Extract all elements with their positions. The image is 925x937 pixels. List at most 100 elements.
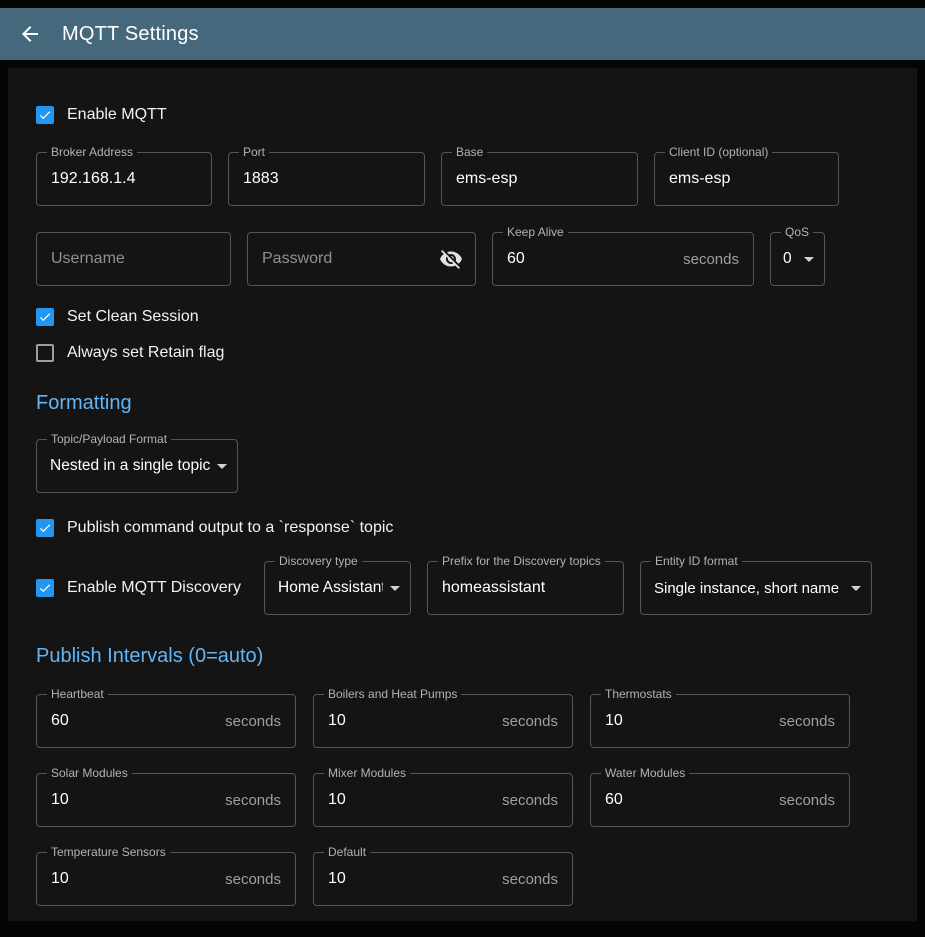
boilers-field: Boilers and Heat Pumps seconds bbox=[313, 694, 573, 748]
keep-alive-unit: seconds bbox=[683, 251, 753, 268]
retain-flag-label: Always set Retain flag bbox=[67, 344, 224, 362]
unit-label: seconds bbox=[225, 713, 295, 730]
unit-label: seconds bbox=[779, 713, 849, 730]
back-arrow-icon[interactable] bbox=[18, 22, 42, 46]
mixer-modules-label: Mixer Modules bbox=[324, 767, 410, 779]
water-modules-label: Water Modules bbox=[601, 767, 689, 779]
topic-format-value: Nested in a single topic bbox=[37, 457, 210, 475]
page-title: MQTT Settings bbox=[62, 23, 199, 46]
discovery-prefix-input[interactable] bbox=[428, 562, 623, 614]
qos-label: QoS bbox=[781, 226, 813, 238]
entity-id-format-label: Entity ID format bbox=[651, 555, 742, 567]
app-bar: MQTT Settings bbox=[0, 8, 925, 60]
formatting-heading: Formatting bbox=[36, 392, 889, 415]
checkbox-icon[interactable] bbox=[36, 344, 54, 362]
qos-select[interactable]: QoS 0 bbox=[770, 232, 825, 286]
clean-session-checkbox[interactable]: Set Clean Session bbox=[36, 308, 889, 326]
checkbox-icon[interactable] bbox=[36, 579, 54, 597]
enable-mqtt-checkbox[interactable]: Enable MQTT bbox=[36, 106, 889, 124]
unit-label: seconds bbox=[779, 792, 849, 809]
publish-intervals-grid: Heartbeat seconds Boilers and Heat Pumps… bbox=[36, 694, 889, 906]
client-id-field: Client ID (optional) bbox=[654, 152, 839, 206]
qos-value: 0 bbox=[771, 250, 797, 268]
password-input[interactable] bbox=[248, 233, 439, 285]
default-interval-field: Default seconds bbox=[313, 852, 573, 906]
unit-label: seconds bbox=[225, 871, 295, 888]
heartbeat-field: Heartbeat seconds bbox=[36, 694, 296, 748]
chevron-down-icon bbox=[844, 576, 868, 600]
discovery-prefix-field: Prefix for the Discovery topics bbox=[427, 561, 624, 615]
water-modules-field: Water Modules seconds bbox=[590, 773, 850, 827]
visibility-off-icon[interactable] bbox=[439, 247, 463, 271]
entity-id-format-select[interactable]: Entity ID format Single instance, short … bbox=[640, 561, 872, 615]
retain-flag-checkbox[interactable]: Always set Retain flag bbox=[36, 344, 889, 362]
discovery-row: Enable MQTT Discovery Discovery type Hom… bbox=[36, 561, 889, 615]
mqtt-settings-form: Enable MQTT Broker Address Port Base Cli… bbox=[8, 68, 917, 921]
checkbox-icon[interactable] bbox=[36, 106, 54, 124]
discovery-type-select[interactable]: Discovery type Home Assistant bbox=[264, 561, 411, 615]
default-interval-label: Default bbox=[324, 846, 370, 858]
temperature-sensors-input[interactable] bbox=[37, 853, 225, 905]
enable-mqtt-label: Enable MQTT bbox=[67, 106, 167, 124]
topic-format-select[interactable]: Topic/Payload Format Nested in a single … bbox=[36, 439, 238, 493]
check-icon bbox=[38, 309, 52, 325]
chevron-down-icon bbox=[210, 454, 234, 478]
solar-modules-input[interactable] bbox=[37, 774, 225, 826]
base-input[interactable] bbox=[442, 153, 637, 205]
publish-intervals-heading: Publish Intervals (0=auto) bbox=[36, 645, 889, 668]
check-icon bbox=[38, 520, 52, 536]
connection-row-2: Keep Alive seconds QoS 0 bbox=[36, 232, 889, 286]
keep-alive-input[interactable] bbox=[493, 233, 683, 285]
base-field: Base bbox=[441, 152, 638, 206]
enable-discovery-checkbox[interactable]: Enable MQTT Discovery bbox=[36, 579, 248, 597]
username-field bbox=[36, 232, 231, 286]
thermostats-field: Thermostats seconds bbox=[590, 694, 850, 748]
check-icon bbox=[38, 580, 52, 596]
publish-response-label: Publish command output to a `response` t… bbox=[67, 519, 393, 537]
unit-label: seconds bbox=[502, 713, 572, 730]
unit-label: seconds bbox=[225, 792, 295, 809]
unit-label: seconds bbox=[502, 792, 572, 809]
chevron-down-icon bbox=[797, 247, 821, 271]
username-input[interactable] bbox=[37, 233, 230, 285]
solar-modules-field: Solar Modules seconds bbox=[36, 773, 296, 827]
base-label: Base bbox=[452, 146, 487, 158]
clean-session-label: Set Clean Session bbox=[67, 308, 199, 326]
publish-response-checkbox[interactable]: Publish command output to a `response` t… bbox=[36, 519, 889, 537]
checkbox-icon[interactable] bbox=[36, 519, 54, 537]
heartbeat-input[interactable] bbox=[37, 695, 225, 747]
discovery-prefix-label: Prefix for the Discovery topics bbox=[438, 555, 605, 567]
mixer-modules-field: Mixer Modules seconds bbox=[313, 773, 573, 827]
thermostats-label: Thermostats bbox=[601, 688, 676, 700]
discovery-type-value: Home Assistant bbox=[265, 579, 383, 597]
chevron-down-icon bbox=[383, 576, 407, 600]
client-id-label: Client ID (optional) bbox=[665, 146, 772, 158]
thermostats-input[interactable] bbox=[591, 695, 779, 747]
broker-address-field: Broker Address bbox=[36, 152, 212, 206]
water-modules-input[interactable] bbox=[591, 774, 779, 826]
entity-id-format-value: Single instance, short name bbox=[641, 580, 844, 597]
temperature-sensors-label: Temperature Sensors bbox=[47, 846, 170, 858]
keep-alive-label: Keep Alive bbox=[503, 226, 568, 238]
temperature-sensors-field: Temperature Sensors seconds bbox=[36, 852, 296, 906]
boilers-input[interactable] bbox=[314, 695, 502, 747]
solar-modules-label: Solar Modules bbox=[47, 767, 132, 779]
heartbeat-label: Heartbeat bbox=[47, 688, 108, 700]
topic-format-row: Topic/Payload Format Nested in a single … bbox=[36, 439, 889, 493]
mixer-modules-input[interactable] bbox=[314, 774, 502, 826]
port-input[interactable] bbox=[229, 153, 424, 205]
boilers-label: Boilers and Heat Pumps bbox=[324, 688, 461, 700]
client-id-input[interactable] bbox=[655, 153, 838, 205]
checkbox-icon[interactable] bbox=[36, 308, 54, 326]
keep-alive-field: Keep Alive seconds bbox=[492, 232, 754, 286]
enable-discovery-label: Enable MQTT Discovery bbox=[67, 579, 241, 597]
connection-row-1: Broker Address Port Base Client ID (opti… bbox=[36, 152, 889, 206]
broker-address-input[interactable] bbox=[37, 153, 211, 205]
unit-label: seconds bbox=[502, 871, 572, 888]
topic-format-label: Topic/Payload Format bbox=[47, 433, 171, 445]
port-field: Port bbox=[228, 152, 425, 206]
default-interval-input[interactable] bbox=[314, 853, 502, 905]
broker-address-label: Broker Address bbox=[47, 146, 137, 158]
discovery-type-label: Discovery type bbox=[275, 555, 362, 567]
port-label: Port bbox=[239, 146, 269, 158]
